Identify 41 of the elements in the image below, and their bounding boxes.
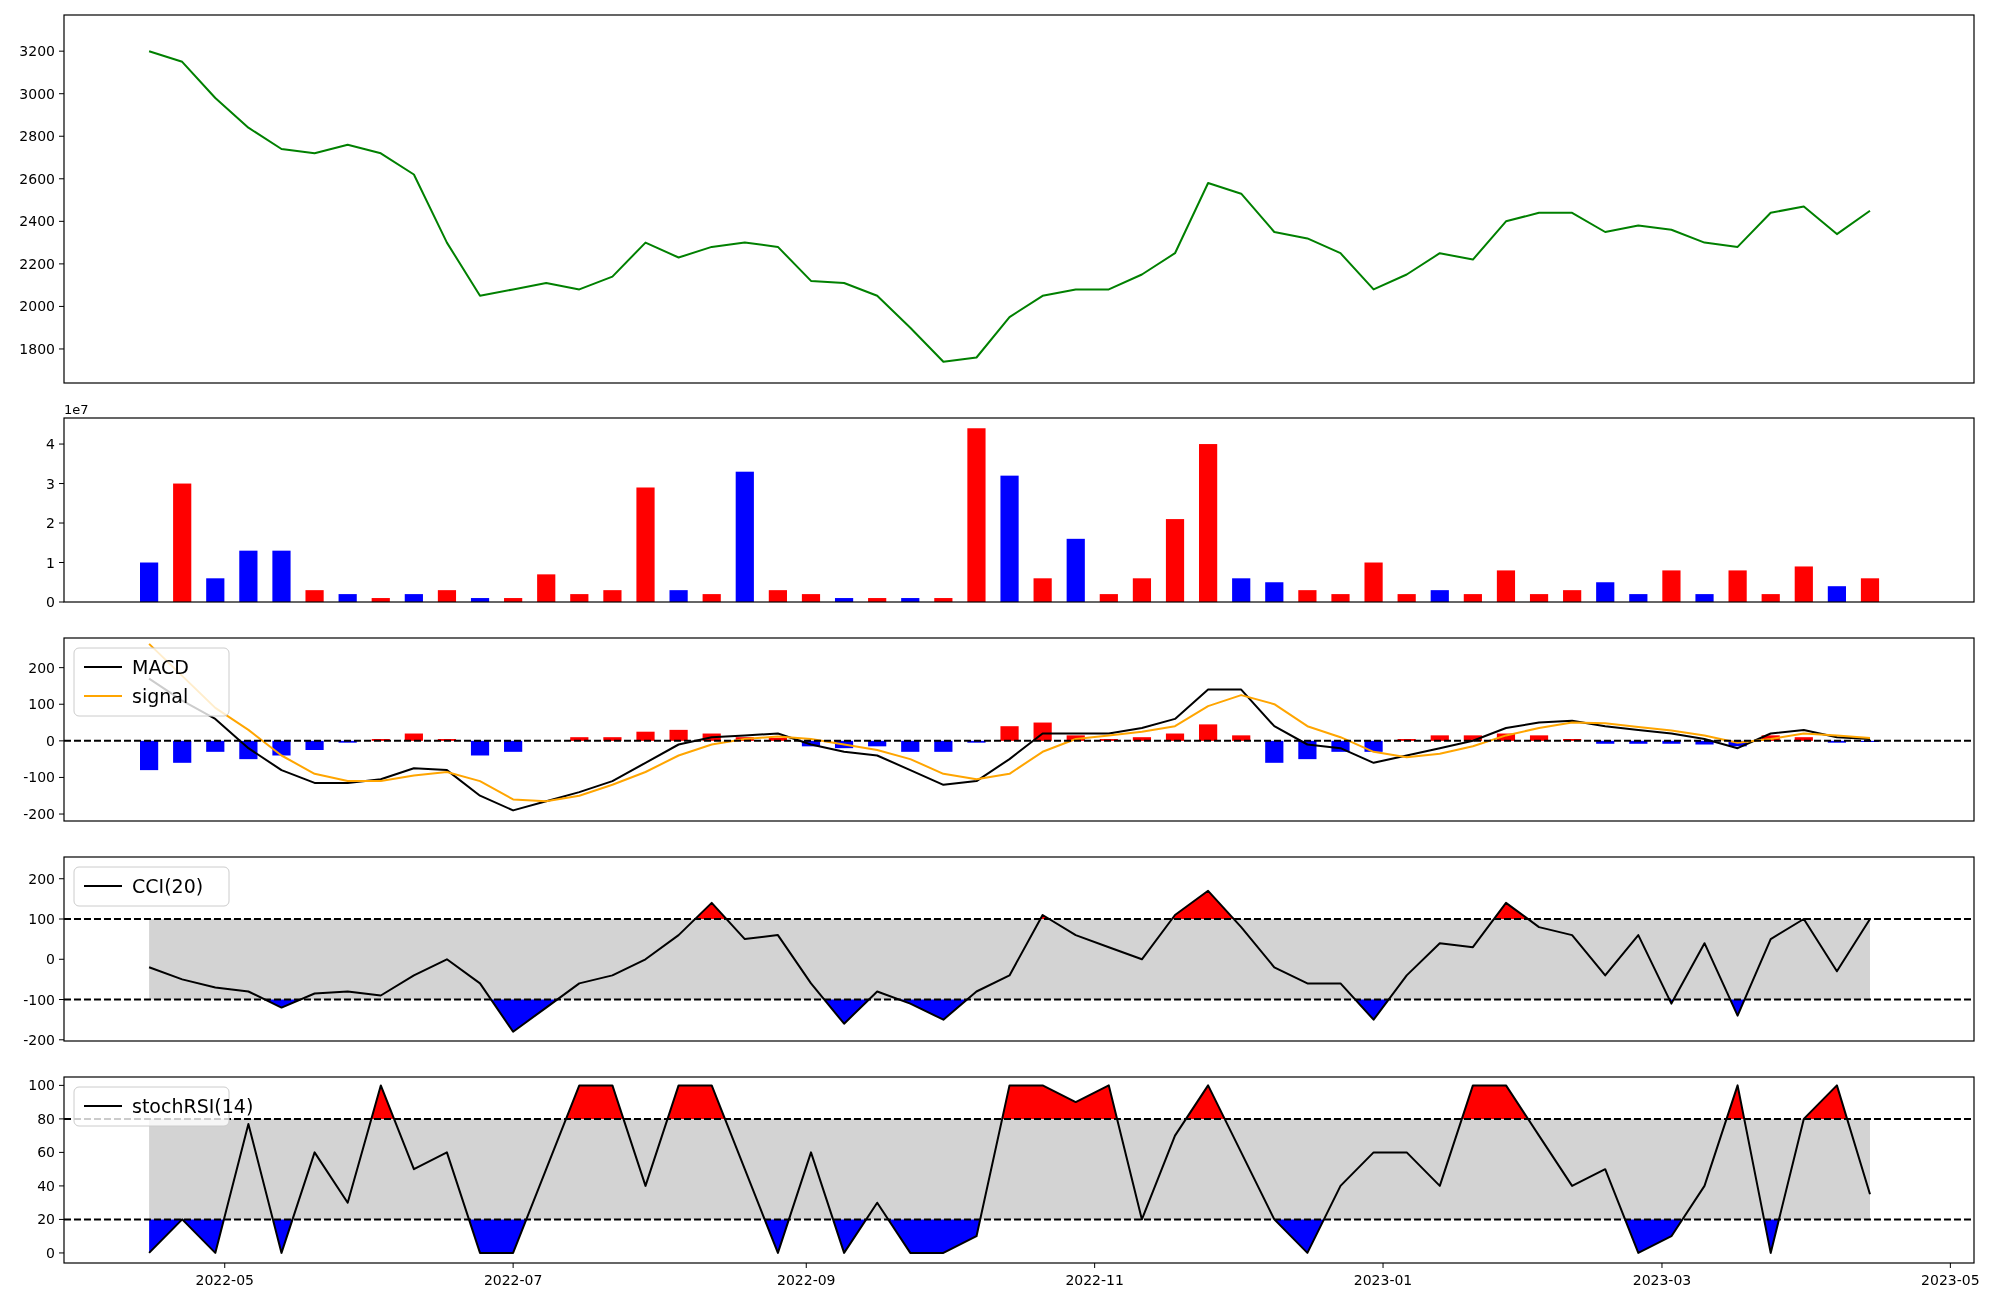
y-tick-label: 0 xyxy=(46,594,55,610)
x-tick-label: 2023-05 xyxy=(1921,1272,1980,1288)
axis-multiplier-label: 1e7 xyxy=(64,402,89,417)
y-tick-label: 100 xyxy=(28,696,55,713)
legend-label: CCI(20) xyxy=(132,875,204,897)
y-tick-label: -100 xyxy=(23,991,55,1008)
y-tick-label: 4 xyxy=(46,436,55,453)
x-tick-label: 2022-07 xyxy=(483,1272,543,1288)
y-tick-label: -200 xyxy=(23,806,55,823)
y-tick-label: -200 xyxy=(23,1031,55,1048)
x-tick-label: 2023-01 xyxy=(1353,1272,1413,1288)
y-tick-label: 2200 xyxy=(19,255,55,272)
y-tick-label: 0 xyxy=(46,732,55,749)
y-tick-label: 200 xyxy=(28,659,55,676)
y-tick-label: 200 xyxy=(28,870,55,887)
y-tick-label: 1800 xyxy=(19,340,55,357)
y-tick-label: 80 xyxy=(37,1110,55,1127)
x-tick-label: 2023-03 xyxy=(1632,1272,1692,1288)
y-tick-label: 0 xyxy=(46,951,55,968)
y-tick-label: 2800 xyxy=(19,128,55,145)
y-tick-label: 40 xyxy=(37,1177,55,1194)
legend-label: signal xyxy=(132,685,189,707)
y-tick-label: 0 xyxy=(46,1244,55,1261)
x-tick-label: 2022-09 xyxy=(777,1272,836,1288)
y-tick-label: 20 xyxy=(37,1211,55,1228)
x-tick-label: 2022-05 xyxy=(195,1272,254,1288)
y-tick-label: 100 xyxy=(28,911,55,927)
y-tick-label: 100 xyxy=(28,1077,55,1094)
y-tick-label: 2600 xyxy=(19,170,55,187)
y-tick-label: -100 xyxy=(23,769,55,786)
y-tick-label: 1 xyxy=(46,554,55,571)
y-tick-label: 3200 xyxy=(19,43,55,60)
y-tick-label: 60 xyxy=(37,1144,55,1161)
y-tick-label: 3 xyxy=(46,475,55,492)
legend-label: MACD xyxy=(132,656,189,678)
legend-label: stochRSI(14) xyxy=(132,1095,254,1117)
y-tick-label: 2 xyxy=(46,515,55,532)
y-tick-label: 3000 xyxy=(19,85,55,102)
y-tick-label: 2000 xyxy=(19,298,55,315)
x-tick-label: 2022-11 xyxy=(1065,1272,1124,1288)
y-tick-label: 2400 xyxy=(19,213,55,230)
